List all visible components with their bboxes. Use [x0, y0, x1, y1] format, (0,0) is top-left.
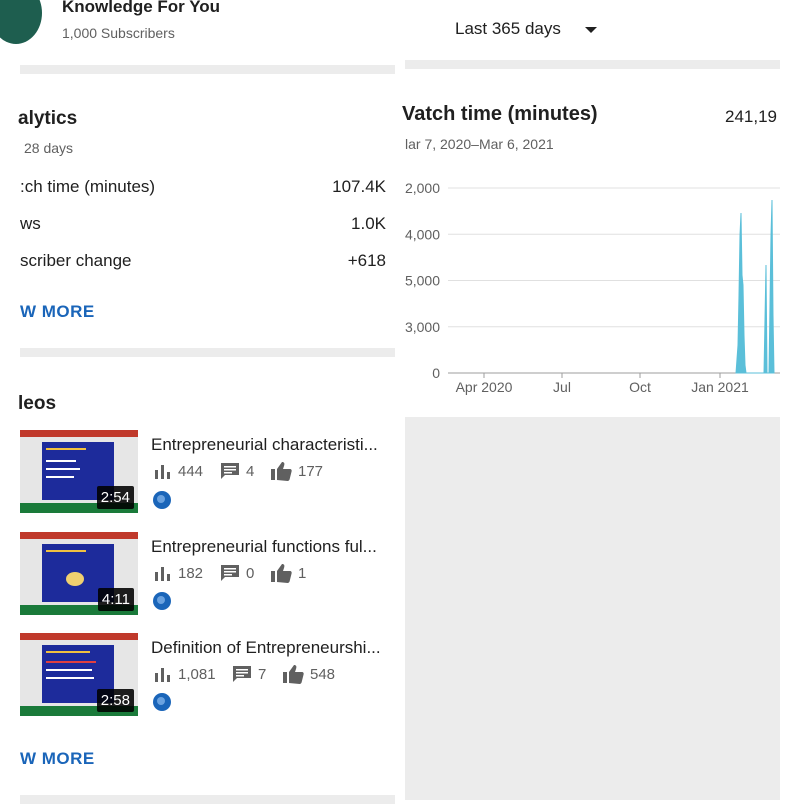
- comment-icon: [221, 565, 239, 581]
- y-tick-label: 5,000: [405, 273, 440, 289]
- channel-avatar[interactable]: [0, 0, 42, 44]
- divider: [20, 65, 395, 74]
- like-count: 177: [298, 463, 324, 480]
- chart-date-range: lar 7, 2020–Mar 6, 2021: [405, 136, 554, 152]
- comment-count: 0: [246, 565, 255, 582]
- date-range-dropdown[interactable]: Last 365 days: [455, 19, 561, 39]
- y-tick-label: 0: [432, 365, 440, 381]
- thumbs-up-icon: [271, 462, 292, 481]
- divider: [405, 60, 780, 69]
- metric-label-subscriber-change: scriber change: [20, 251, 132, 270]
- watch-time-series: [735, 199, 775, 374]
- comment-count: 7: [258, 666, 267, 683]
- divider: [20, 348, 395, 357]
- view-count: 444: [178, 463, 204, 480]
- video-duration: 2:54: [96, 486, 134, 509]
- video-title[interactable]: Entrepreneurial functions ful...: [151, 537, 377, 557]
- globe-icon: [153, 693, 171, 711]
- comment-icon: [233, 666, 251, 682]
- video-title[interactable]: Entrepreneurial characteristi...: [151, 435, 378, 455]
- metric-label-views: ws: [20, 214, 41, 233]
- channel-name: Knowledge For You: [62, 0, 221, 16]
- metric-value-views: 1.0K: [351, 214, 386, 233]
- video-thumbnail[interactable]: 4:11: [20, 532, 138, 615]
- videos-see-more-button[interactable]: W MORE: [20, 749, 95, 769]
- video-thumbnail[interactable]: 2:58: [20, 633, 138, 716]
- bar-chart-icon: [155, 465, 170, 479]
- analytics-period: 28 days: [24, 140, 74, 156]
- globe-icon: [153, 491, 171, 509]
- watch-time-chart[interactable]: 2,000 4,000 5,000 3,000 0 Apr 2020 Jul Oct Jan …: [400, 175, 780, 405]
- metric-value-watch-time: 107.4K: [332, 177, 386, 196]
- video-thumbnail[interactable]: 2:54: [20, 430, 138, 513]
- thumbs-up-icon: [283, 665, 304, 684]
- thumbs-up-icon: [271, 564, 292, 583]
- y-tick-label: 3,000: [405, 319, 440, 335]
- video-duration: 4:11: [97, 588, 134, 611]
- chevron-down-icon[interactable]: [585, 27, 597, 33]
- x-tick-label: Jan 2021: [691, 379, 749, 395]
- x-tick-label: Oct: [629, 379, 651, 395]
- subscriber-count: 1,000 Subscribers: [62, 25, 175, 41]
- chart-title: Vatch time (minutes): [402, 103, 598, 125]
- y-tick-label: 2,000: [405, 180, 440, 196]
- y-tick-label: 4,000: [405, 226, 440, 242]
- card-placeholder: [405, 417, 780, 800]
- videos-title: leos: [18, 393, 57, 414]
- chart-total: 241,19: [725, 107, 777, 126]
- bar-chart-icon: [155, 668, 170, 682]
- bar-chart-icon: [155, 567, 170, 581]
- video-title[interactable]: Definition of Entrepreneurshi...: [151, 638, 381, 658]
- view-count: 1,081: [178, 666, 216, 683]
- x-tick-label: Jul: [553, 379, 571, 395]
- analytics-see-more-button[interactable]: W MORE: [20, 302, 95, 322]
- analytics-title: alytics: [18, 108, 78, 129]
- x-tick-label: Apr 2020: [456, 379, 513, 395]
- globe-icon: [153, 592, 171, 610]
- video-duration: 2:58: [96, 689, 134, 712]
- like-count: 548: [310, 666, 336, 683]
- comment-icon: [221, 463, 239, 479]
- comment-count: 4: [246, 463, 255, 480]
- metric-value-subscriber-change: +618: [347, 251, 386, 270]
- view-count: 182: [178, 565, 204, 582]
- metric-label-watch-time: :ch time (minutes): [20, 177, 156, 196]
- like-count: 1: [298, 565, 307, 582]
